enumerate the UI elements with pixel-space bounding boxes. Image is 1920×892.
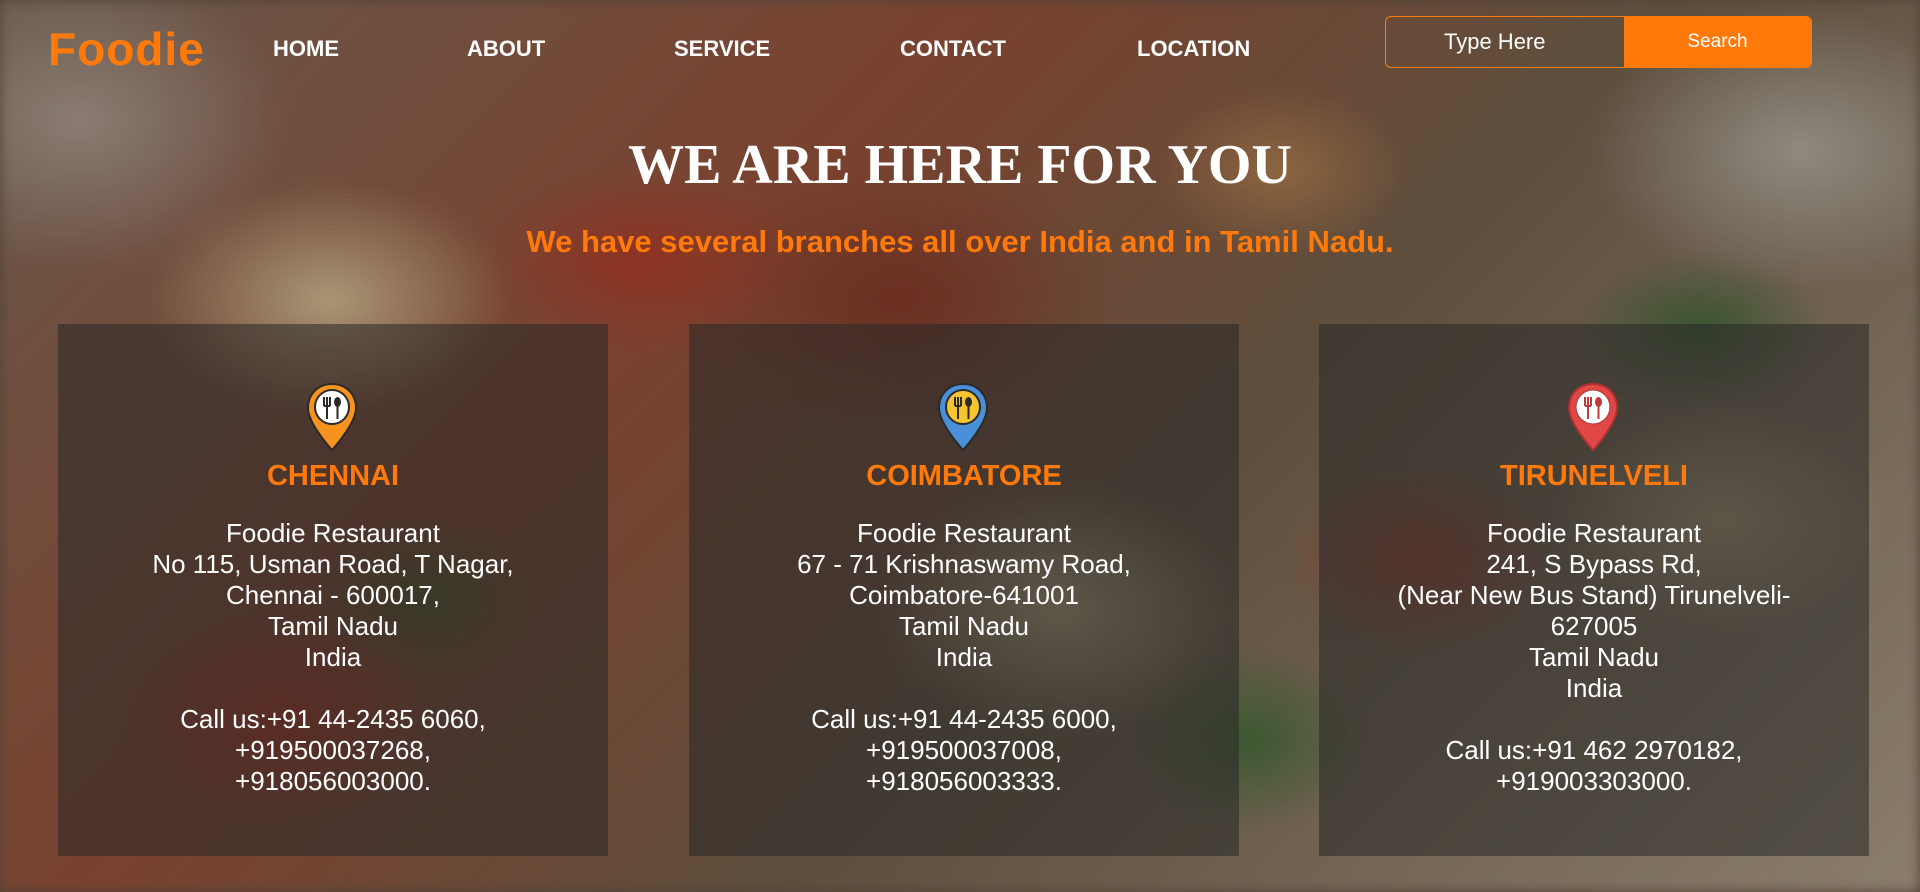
location-city-name: CHENNAI [266,460,400,492]
address-line: India [935,642,993,672]
page-title: WE ARE HERE FOR YOU [628,134,1292,196]
address-line: 241, S Bypass Rd, [1486,549,1702,579]
nav-home-link[interactable]: HOME [273,36,339,62]
location-city-name: COIMBATORE [866,460,1062,492]
location-details: Foodie Restaurant 241, S Bypass Rd, (Nea… [1319,518,1869,797]
location-pin-restaurant-icon [1567,382,1619,452]
address-line: No 115, Usman Road, T Nagar, [152,549,514,579]
brand-logo[interactable]: Foodie [48,22,205,76]
address-line: (Near New Bus Stand) Tirunelveli- [1397,580,1791,610]
location-city-name: TIRUNELVELI [1500,460,1688,492]
phone-line: +918056003333. [866,766,1062,796]
location-card-tirunelveli: TIRUNELVELI Foodie Restaurant 241, S Byp… [1319,324,1869,856]
address-line: 627005 [1550,611,1638,641]
address-line: India [304,642,362,672]
address-line: Foodie Restaurant [1487,518,1701,548]
nav-about-link[interactable]: ABOUT [467,36,545,62]
phone-line: Call us:+91 462 2970182, [1445,735,1743,765]
address-line: Tamil Nadu [1528,642,1660,672]
address-line: Coimbatore-641001 [849,580,1079,610]
location-pin-restaurant-icon [306,382,358,452]
phone-line: +919003303000. [1496,766,1692,796]
page-subtitle: We have several branches all over India … [526,224,1394,259]
phone-line: Call us:+91 44-2435 6000, [811,704,1117,734]
top-navbar: Foodie HOME ABOUT SERVICE CONTACT LOCATI… [0,0,1920,90]
address-line: Foodie Restaurant [857,518,1071,548]
location-details: Foodie Restaurant No 115, Usman Road, T … [58,518,608,797]
nav-location-link[interactable]: LOCATION [1137,36,1250,62]
address-line: Tamil Nadu [898,611,1030,641]
location-card-chennai: CHENNAI Foodie Restaurant No 115, Usman … [58,324,608,856]
location-pin-restaurant-icon [937,382,989,452]
search-button[interactable]: Search [1624,17,1811,67]
nav-contact-link[interactable]: CONTACT [900,36,1006,62]
search-form: Search [1385,16,1812,68]
phone-line: +919500037268, [235,735,431,765]
phone-line: +919500037008, [866,735,1062,765]
search-input[interactable] [1386,17,1624,67]
location-card-coimbatore: COIMBATORE Foodie Restaurant 67 - 71 Kri… [689,324,1239,856]
phone-line: Call us:+91 44-2435 6060, [180,704,486,734]
address-line: Foodie Restaurant [226,518,440,548]
address-line: Tamil Nadu [267,611,399,641]
address-line: India [1565,673,1623,703]
address-line: 67 - 71 Krishnaswamy Road, [797,549,1131,579]
location-details: Foodie Restaurant 67 - 71 Krishnaswamy R… [689,518,1239,797]
address-line: Chennai - 600017, [226,580,440,610]
nav-service-link[interactable]: SERVICE [674,36,770,62]
phone-line: +918056003000. [235,766,431,796]
